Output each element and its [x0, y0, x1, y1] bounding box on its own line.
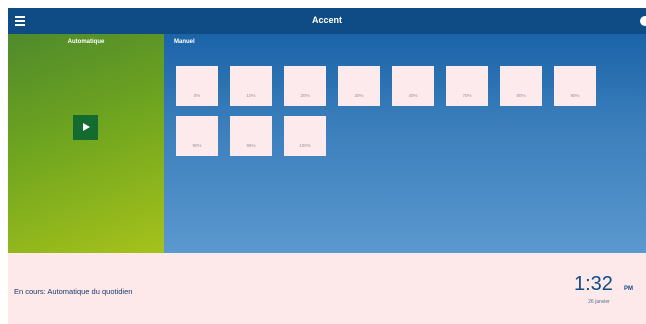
play-button[interactable]	[73, 115, 98, 140]
clock-ampm: PM	[624, 286, 633, 292]
preset-tile-label: 0%	[193, 93, 201, 98]
status-text: En cours: Automatique du quotidien	[14, 287, 133, 296]
preset-tile-1[interactable]: 10%	[230, 66, 272, 106]
app-window: Accent Automatique Manuel 0% 10% 20% 30%…	[8, 8, 646, 324]
clock-date: 26 janvier	[588, 299, 610, 305]
status-bar: En cours: Automatique du quotidien 1:32 …	[8, 253, 646, 324]
preset-tile-label: 20%	[300, 93, 310, 98]
automatic-label: Automatique	[67, 39, 105, 45]
preset-tile-label: 80%	[516, 93, 526, 98]
preset-tile-9[interactable]: 95%	[230, 116, 272, 156]
page-title: Accent	[311, 15, 342, 25]
circle-button-icon[interactable]	[640, 16, 646, 26]
preset-tile-8[interactable]: 90%	[176, 116, 218, 156]
preset-tile-6[interactable]: 80%	[500, 66, 542, 106]
preset-tile-label: 70%	[462, 93, 472, 98]
header-bar: Accent	[8, 8, 646, 34]
preset-tile-label: 100%	[299, 143, 311, 148]
play-icon	[83, 123, 90, 131]
preset-tile-3[interactable]: 30%	[338, 66, 380, 106]
preset-tile-5[interactable]: 70%	[446, 66, 488, 106]
preset-tile-7[interactable]: 90%	[554, 66, 596, 106]
preset-tile-label: 90%	[192, 143, 202, 148]
preset-tile-2[interactable]: 20%	[284, 66, 326, 106]
automatic-panel[interactable]: Automatique	[8, 34, 164, 253]
preset-tile-4[interactable]: 40%	[392, 66, 434, 106]
clock-time: 1:32	[574, 273, 613, 295]
preset-tile-label: 30%	[354, 93, 364, 98]
preset-tile-label: 10%	[246, 93, 256, 98]
clock: 1:32 PM 26 janvier	[569, 273, 645, 315]
preset-tile-label: 40%	[408, 93, 418, 98]
manual-panel: Manuel 0% 10% 20% 30% 40% 70% 80% 90% 90…	[164, 34, 646, 253]
preset-tile-label: 90%	[570, 93, 580, 98]
preset-tile-10[interactable]: 100%	[284, 116, 326, 156]
manual-label: Manuel	[174, 39, 195, 45]
preset-tile-0[interactable]: 0%	[176, 66, 218, 106]
preset-tile-label: 95%	[246, 143, 256, 148]
